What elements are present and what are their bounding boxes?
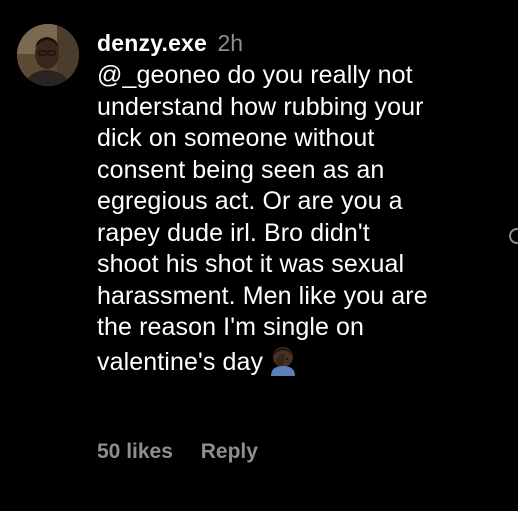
avatar[interactable] <box>17 24 79 86</box>
timestamp: 2h <box>217 30 244 56</box>
comment-line: consent being seen as an <box>97 155 385 184</box>
like-heart-icon[interactable] <box>509 228 518 244</box>
comment-text: @_geoneo do you really not understand ho… <box>97 60 492 378</box>
comment-line: understand how rubbing your <box>97 92 424 121</box>
comment-footer: 50 likes Reply <box>97 438 258 466</box>
comment-line: harassment. Men like you are <box>97 281 428 310</box>
comment-line: egregious act. Or are you a <box>97 187 403 215</box>
facepalm-emoji-icon <box>267 344 299 376</box>
comment: denzy.exe 2h @_geoneo do you really not … <box>97 28 492 378</box>
likes-count[interactable]: 50 likes <box>97 440 173 463</box>
username[interactable]: denzy.exe <box>97 30 207 56</box>
comment-line: @_geoneo do you really not <box>97 61 413 89</box>
profile-photo <box>17 24 79 86</box>
comment-line: the reason I'm single on <box>97 313 365 341</box>
comment-line: shoot his shot it was sexual <box>97 250 405 278</box>
comment-header: denzy.exe 2h <box>97 28 492 58</box>
reply-button[interactable]: Reply <box>201 440 258 463</box>
comment-line: valentine's day <box>97 347 264 376</box>
comment-line-last: valentine's day <box>97 344 492 379</box>
comment-line: rapey dude irl. Bro didn't <box>97 218 370 247</box>
comment-line: dick on someone without <box>97 124 375 152</box>
